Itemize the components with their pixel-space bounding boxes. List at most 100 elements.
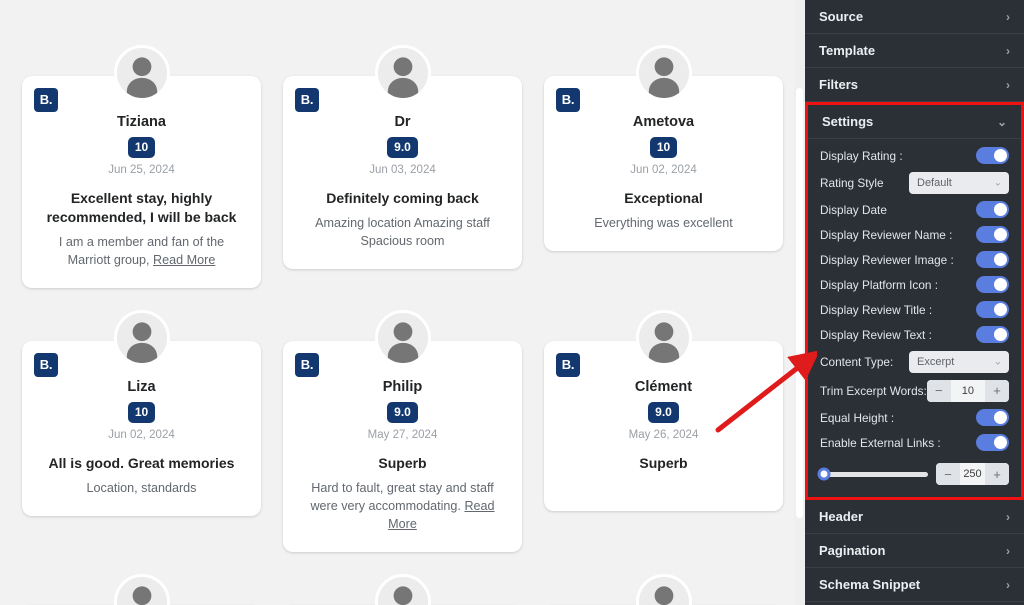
review-card-body: B. Clément 9.0 May 26, 2024 Superb [544,309,783,511]
setting-label: Trim Excerpt Words: [820,383,927,398]
review-card-body: B. Tiziana 10 Jun 25, 2024 Excellent stay, h… [22,45,261,288]
chevron-right-icon: › [1006,9,1010,24]
accordion-header-schema-snippet[interactable]: Schema Snippet › [805,568,1024,602]
select-rating-style[interactable]: Default ⌄ [909,171,1009,194]
review-card: B.Anton10May 15, 2024 [283,573,522,605]
toggle-enable-external-links[interactable] [976,434,1009,451]
reviewer-name: Ametova [632,114,695,130]
rating-badge: 10 [127,137,156,159]
setting-row-display-rating: Display Rating : [808,143,1021,168]
review-card: B. Liza 10 Jun 02, 2024 All is good. Great m… [22,309,261,552]
app-root: B. Tiziana 10 Jun 25, 2024 Excellent stay, h… [0,0,1024,605]
width-slider[interactable] [817,467,928,481]
stepper-decrement-button[interactable]: − [926,379,951,402]
review-card: B.Isabelle8.0May 17, 2024 [22,573,261,605]
review-card-body: B. Dr 9.0 Jun 03, 2024 Definitely coming bac… [283,45,522,270]
stepper-value[interactable]: 10 [950,379,985,402]
stepper-increment-button[interactable]: + [985,463,1009,485]
rating-badge: 9.0 [387,402,418,424]
read-more-link[interactable]: Read More [153,253,215,267]
setting-label: Display Review Text : [820,327,932,342]
review-title: Exceptional [624,190,703,207]
accordion-header-pagination[interactable]: Pagination › [805,534,1024,568]
user-avatar-placeholder-icon [116,48,167,98]
platform-icon-booking: B. [295,352,319,377]
settings-sidebar: Source › Template › Filters › Settings ⌄ Disp… [805,0,1024,605]
platform-icon-booking: B. [556,88,580,112]
toggle-display-review-title[interactable] [976,301,1009,318]
toggle-display-review-text[interactable] [976,326,1009,343]
user-avatar-placeholder-icon [116,576,167,605]
setting-row-trim-excerpt-words: Trim Excerpt Words: −10 + [808,376,1021,405]
user-avatar-placeholder-icon [638,576,689,605]
platform-icon-booking: B. [34,88,58,112]
width-slider-knob[interactable] [817,467,831,481]
setting-row-display-reviewer-name: Display Reviewer Name : [808,222,1021,247]
avatar [635,45,692,101]
platform-icon-booking: B. [556,352,580,377]
setting-row-enable-external-links: Enable External Links : [808,430,1021,455]
avatar [113,309,170,366]
chevron-right-icon: › [1006,77,1010,92]
setting-label: Enable External Links : [820,435,941,450]
setting-label: Content Type: [820,354,894,369]
review-title: Superb [639,455,688,472]
stepper-trim-excerpt-words[interactable]: −10 + [926,379,1009,402]
setting-row-display-review-title: Display Review Title : [808,297,1021,322]
review-date: Jun 25, 2024 [108,164,175,177]
reviewer-name: Liza [127,378,156,395]
chevron-right-icon: › [1006,543,1010,558]
stepper-decrement-button[interactable]: − [936,463,960,485]
preview-scrollbar[interactable] [794,0,805,605]
toggle-display-reviewer-image[interactable] [976,251,1009,268]
reviews-grid-wrapper: B. Tiziana 10 Jun 25, 2024 Excellent stay, h… [0,0,805,605]
chevron-down-icon: ⌄ [996,114,1007,129]
reviewer-name: Clément [634,378,693,395]
setting-label: Display Rating : [820,148,903,163]
settings-section-highlighted: Settings ⌄ Display Rating : Rating Style D… [805,102,1024,500]
toggle-display-rating[interactable] [976,147,1009,164]
review-title: Superb [378,455,427,472]
rating-badge: 10 [649,137,678,159]
avatar [374,573,431,605]
toggle-display-platform-icon[interactable] [976,276,1009,293]
preview-scrollbar-thumb[interactable] [796,88,803,518]
platform-icon-booking: B. [295,88,319,112]
review-date: May 27, 2024 [367,429,438,442]
review-card-body: B. Philip 9.0 May 27, 2024 Superb Hard to fau… [283,309,522,552]
avatar [113,573,170,605]
stepper-slider-value[interactable]: −250 + [936,463,1009,485]
stepper-value[interactable]: 250 [960,463,985,485]
setting-label: Rating Style [820,175,884,190]
review-date: Jun 02, 2024 [108,429,175,442]
chevron-down-icon: ⌄ [993,177,1002,188]
accordion-header-filters[interactable]: Filters › [805,68,1024,102]
accordion-label: Source [819,9,864,24]
select-content-type[interactable]: Excerpt ⌄ [909,350,1009,373]
setting-label: Display Reviewer Name : [820,227,953,242]
setting-row-display-review-text: Display Review Text : [808,322,1021,347]
select-value: Excerpt [917,355,955,368]
accordion-header-template[interactable]: Template › [805,34,1024,68]
review-card: B. Clément 9.0 May 26, 2024 Superb [544,309,783,552]
user-avatar-placeholder-icon [638,48,689,98]
accordion-header-source[interactable]: Source › [805,0,1024,34]
user-avatar-placeholder-icon [377,576,428,605]
toggle-equal-height[interactable] [976,409,1009,426]
accordion-header-header[interactable]: Header › [805,500,1024,534]
review-text: Everything was excellent [594,216,733,231]
toggle-display-reviewer-name[interactable] [976,226,1009,243]
settings-controls-list: Display Rating : Rating Style Default ⌄ Disp… [808,139,1021,497]
review-text: Hard to fault, great stay and staff were… [310,481,495,531]
stepper-increment-button[interactable]: + [985,379,1009,402]
select-value: Default [917,176,952,189]
review-card: B. Ametova 10 Jun 02, 2024 Exceptional Everyt… [544,45,783,288]
user-avatar-placeholder-icon [116,312,167,363]
toggle-display-date[interactable] [976,201,1009,218]
accordion-header-settings[interactable]: Settings ⌄ [808,105,1021,139]
rating-badge: 9.0 [648,402,679,424]
setting-row-slider: −250 + [808,455,1021,489]
read-more-link[interactable]: Read More [388,499,494,531]
accordion-sections-bottom: Header › Pagination › Schema Snippet › [805,500,1024,602]
reviewer-name: Philip [382,378,423,395]
